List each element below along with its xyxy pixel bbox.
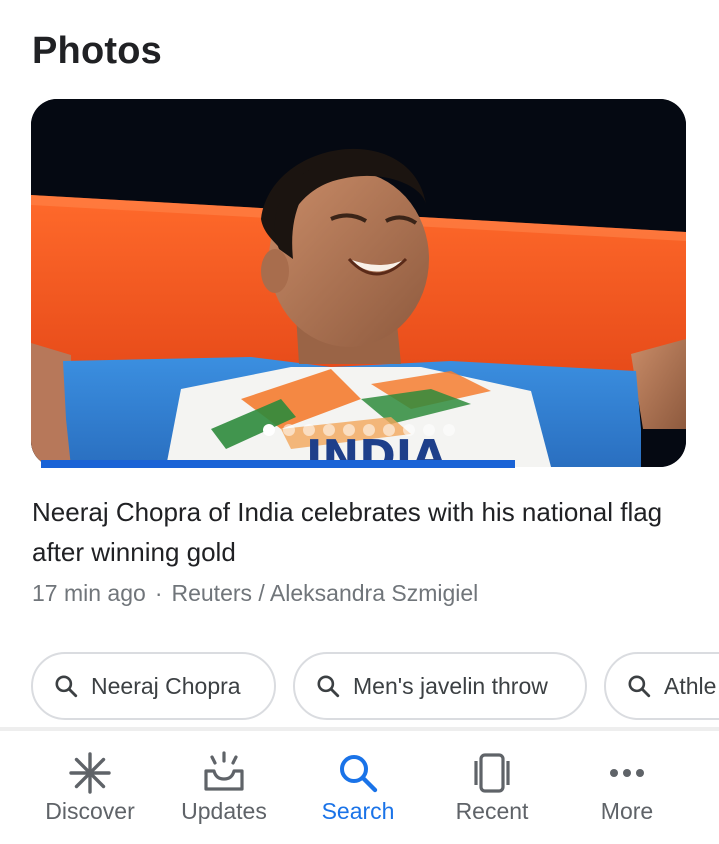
chip-athletics[interactable]: Athle xyxy=(604,652,719,720)
related-search-chips: Neeraj Chopra Men's javelin throw Athle xyxy=(31,652,719,724)
photo-meta: 17 min ago · Reuters / Aleksandra Szmigiel xyxy=(32,580,478,607)
chip-label: Men's javelin throw xyxy=(353,672,548,699)
page: Photos INDIA Neeraj Chopra of India cele… xyxy=(0,0,719,844)
carousel-dot[interactable] xyxy=(423,424,435,436)
chip-label: Neeraj Chopra xyxy=(91,672,241,699)
nav-label: Discover xyxy=(45,798,135,824)
carousel-dot[interactable] xyxy=(283,424,295,436)
nav-search[interactable]: Search xyxy=(288,731,428,844)
nav-label: Updates xyxy=(181,798,267,824)
photo-carousel[interactable]: INDIA xyxy=(31,99,686,467)
search-icon xyxy=(55,675,78,698)
chip-label: Athle xyxy=(664,672,717,699)
chip-neeraj-chopra[interactable]: Neeraj Chopra xyxy=(31,652,276,720)
more-dots-icon xyxy=(610,769,644,777)
photo-caption[interactable]: Neeraj Chopra of India celebrates with h… xyxy=(32,492,692,572)
carousel-dot[interactable] xyxy=(443,424,455,436)
asterisk-icon xyxy=(69,752,111,794)
nav-updates[interactable]: Updates xyxy=(154,731,294,844)
carousel-dot[interactable] xyxy=(403,424,415,436)
nav-recent[interactable]: Recent xyxy=(422,731,562,844)
carousel-progress xyxy=(41,460,681,468)
carousel-dot[interactable] xyxy=(363,424,375,436)
photo-source: Reuters / Aleksandra Szmigiel xyxy=(171,580,479,606)
nav-label: Search xyxy=(321,798,395,824)
carousel-dots xyxy=(263,424,455,436)
nav-discover[interactable]: Discover xyxy=(20,731,160,844)
bottom-nav: Discover Updates Search Recent More xyxy=(0,731,719,844)
inbox-tray-icon xyxy=(204,751,244,791)
search-icon xyxy=(340,755,378,793)
chip-mens-javelin-throw[interactable]: Men's javelin throw xyxy=(293,652,587,720)
meta-separator: · xyxy=(154,580,163,606)
timestamp: 17 min ago xyxy=(32,580,146,606)
search-icon xyxy=(628,675,651,698)
tabs-icon xyxy=(474,753,510,793)
carousel-dot[interactable] xyxy=(303,424,315,436)
nav-label: Recent xyxy=(455,798,529,824)
athlete-photo: INDIA xyxy=(31,99,686,467)
carousel-progress-fill xyxy=(41,460,515,468)
carousel-dot[interactable] xyxy=(323,424,335,436)
carousel-dot[interactable] xyxy=(263,424,275,436)
nav-more[interactable]: More xyxy=(557,731,697,844)
carousel-dot[interactable] xyxy=(343,424,355,436)
section-title: Photos xyxy=(32,30,162,72)
search-icon xyxy=(317,675,340,698)
nav-label: More xyxy=(600,798,654,824)
carousel-dot[interactable] xyxy=(383,424,395,436)
